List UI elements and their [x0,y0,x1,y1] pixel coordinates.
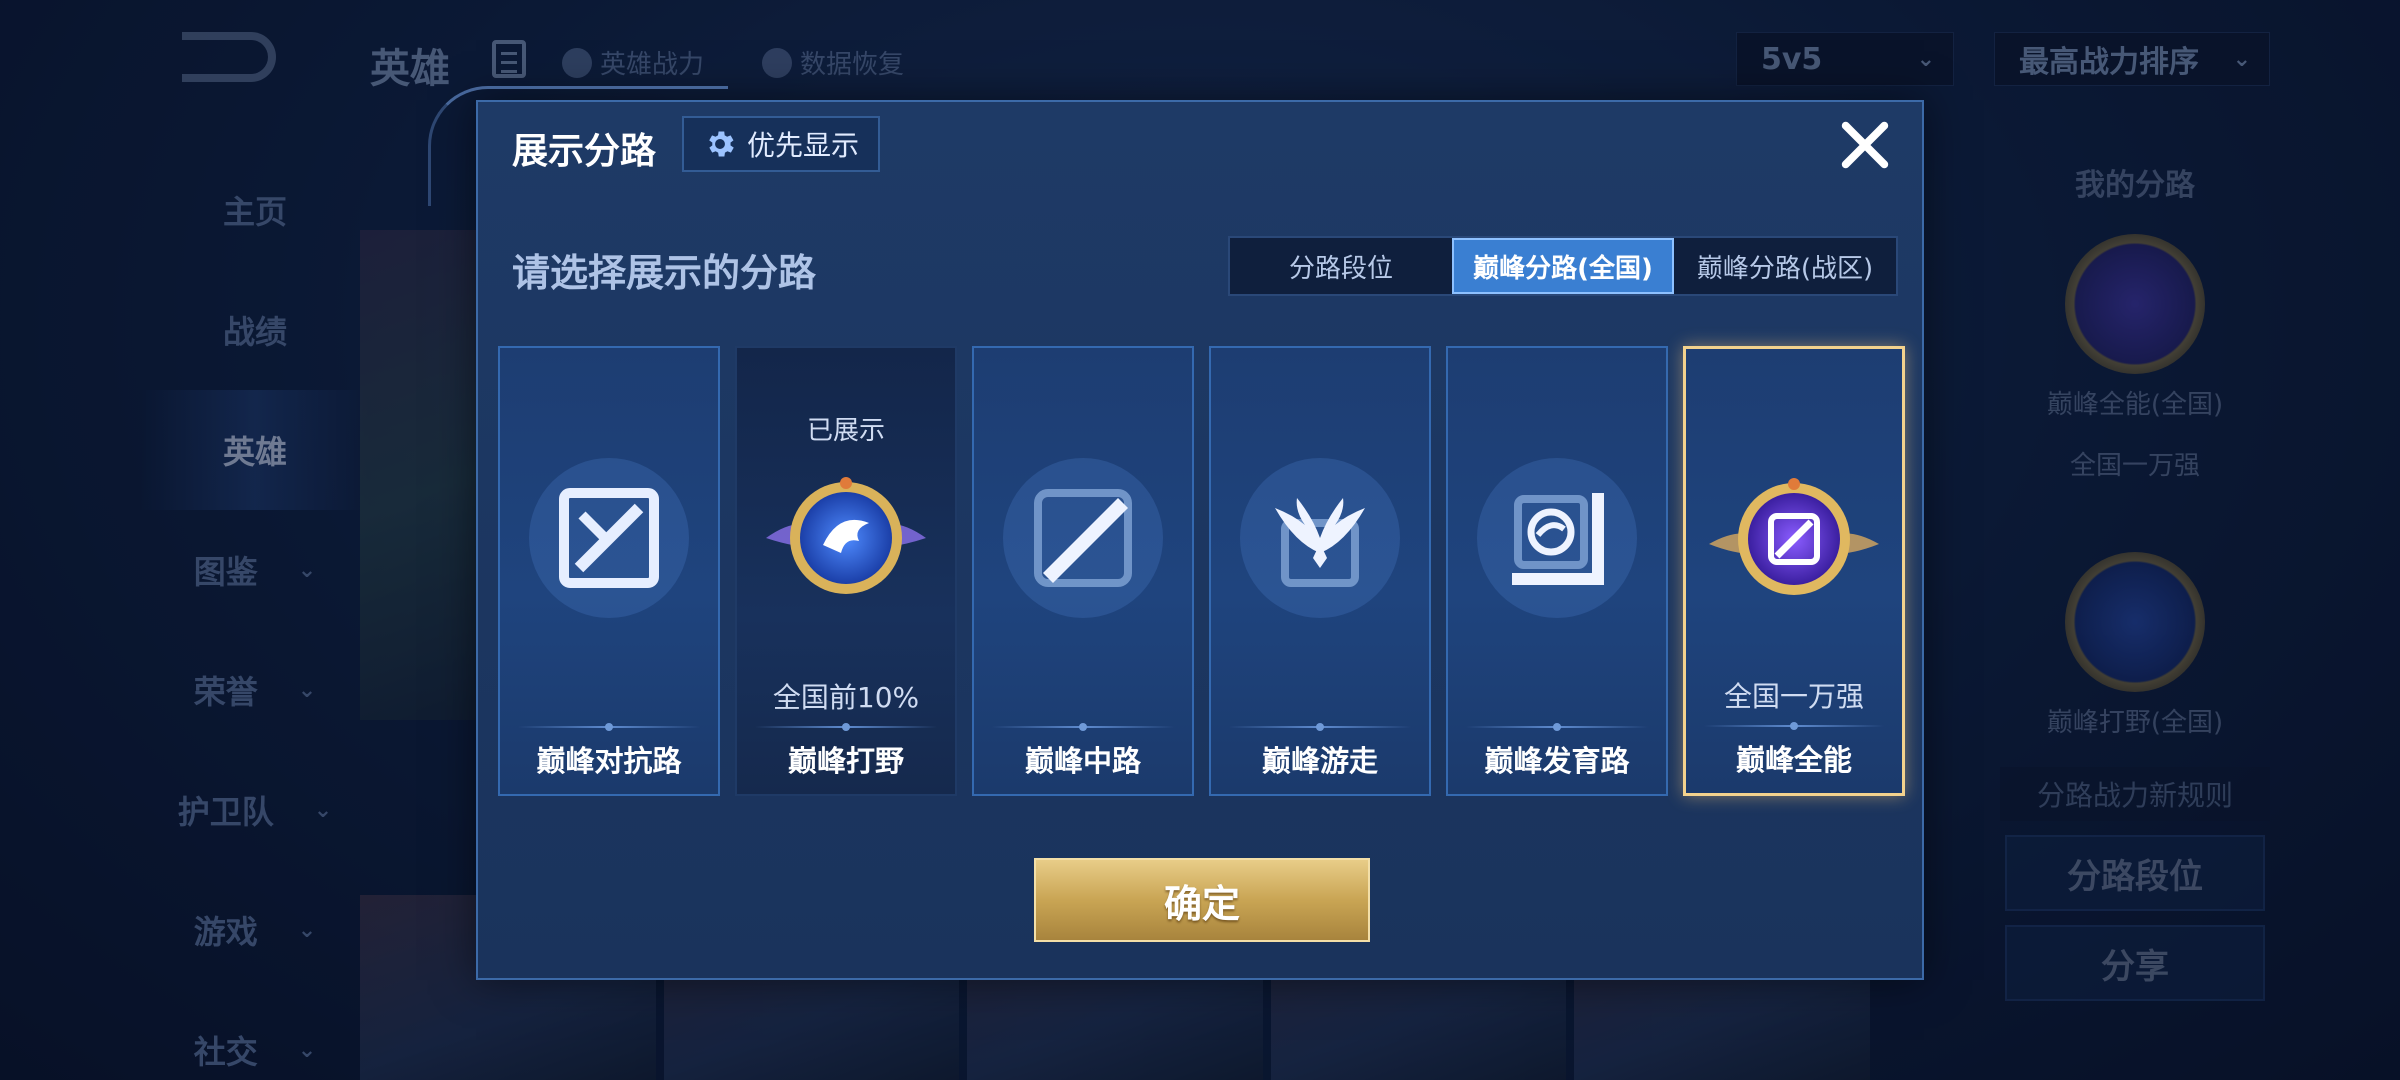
roam-wings-icon [1240,458,1400,618]
lane-card-label: 巅峰对抗路 [536,744,682,778]
dialog-title: 展示分路 [512,131,657,172]
displayed-status: 已展示 [806,416,885,446]
lane-card-label: 巅峰发育路 [1484,744,1630,778]
jungle-dragon-emblem-icon [766,477,926,594]
card-divider [1466,723,1648,731]
tab-peak-lane-national[interactable]: 巅峰分路(全国) [1452,238,1674,294]
confirm-button[interactable]: 确定 [1034,858,1370,942]
tab-lane-rank[interactable]: 分路段位 [1230,238,1452,294]
lane-card-rank: 全国前10% [772,681,920,714]
lane-tabs: 分路段位 巅峰分路(全国) 巅峰分路(战区) [1228,236,1898,296]
mid-lane-icon [1003,458,1163,618]
lane-card-all-round[interactable]: 全国一万强 巅峰全能 [1683,346,1905,796]
select-lane-heading: 请选择展示的分路 [512,251,817,295]
lane-card-label: 巅峰全能 [1735,743,1852,777]
card-divider [992,723,1174,731]
priority-display-button[interactable]: 优先显示 [682,116,880,172]
lane-card-roam[interactable]: 巅峰游走 [1209,346,1431,796]
lane-card-clash[interactable]: 巅峰对抗路 [498,346,720,796]
all-round-emblem-icon [1709,478,1879,595]
tab-peak-lane-region[interactable]: 巅峰分路(战区) [1674,238,1896,294]
close-icon[interactable] [1836,116,1894,174]
clash-lane-icon [529,458,689,618]
priority-display-label: 优先显示 [746,129,859,162]
lane-display-dialog: 展示分路 优先显示 请选择展示的分路 分路段位 巅峰分路(全国) 巅峰分路(战区… [428,86,1924,980]
lane-card-rank: 全国一万强 [1723,680,1864,713]
lane-card-label: 巅峰打野 [787,744,904,778]
lane-card-label: 巅峰游走 [1261,744,1378,778]
lane-card-list: 巅峰对抗路 已展示 全国前10% 巅峰打野 巅峰中路 巅峰游走 巅峰发育路 全国… [498,346,1905,796]
card-divider [755,723,937,731]
lane-card-jungle[interactable]: 已展示 全国前10% 巅峰打野 [735,346,957,796]
card-divider [1704,722,1884,730]
card-divider [1229,723,1411,731]
lane-card-mid[interactable]: 巅峰中路 [972,346,1194,796]
farm-lane-icon [1477,458,1637,618]
gear-icon [709,131,734,157]
lane-card-label: 巅峰中路 [1024,744,1141,778]
card-divider [518,723,700,731]
lane-card-farm[interactable]: 巅峰发育路 [1446,346,1668,796]
